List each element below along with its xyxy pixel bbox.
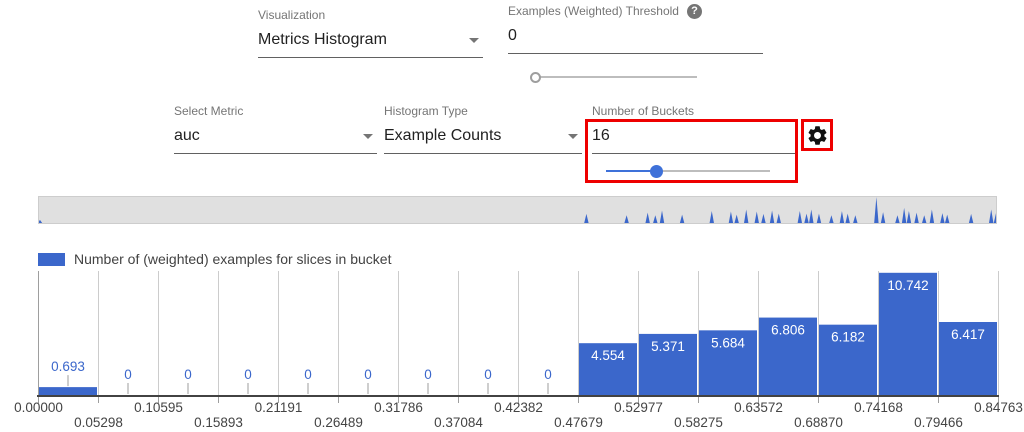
svg-text:0.05298: 0.05298 [74, 415, 123, 430]
svg-text:0.63572: 0.63572 [734, 400, 783, 415]
legend-label: Number of (weighted) examples for slices… [74, 251, 391, 267]
svg-text:6.182: 6.182 [831, 330, 865, 345]
svg-text:0.10595: 0.10595 [134, 400, 183, 415]
overview-strip[interactable] [38, 196, 997, 224]
metric-value[interactable]: auc [174, 124, 377, 154]
buckets-highlight-box [585, 119, 798, 183]
svg-text:0: 0 [364, 367, 372, 382]
metric-dropdown[interactable]: Select Metric auc [174, 104, 377, 154]
histogram-svg: 0.693 0 0 0 0 0 0 0 0 4.554 5.371 5.684 6.806 6.182 10… [38, 271, 998, 431]
svg-text:0.26489: 0.26489 [314, 415, 363, 430]
metrics-histogram-view: Visualization Metrics Histogram Examples… [0, 0, 1024, 432]
svg-text:0.79466: 0.79466 [914, 415, 963, 430]
legend-swatch [38, 253, 65, 266]
chart-legend: Number of (weighted) examples for slices… [38, 251, 391, 267]
overview-sparkline [39, 197, 996, 223]
svg-text:0.52977: 0.52977 [614, 400, 663, 415]
svg-text:0: 0 [244, 367, 252, 382]
help-icon[interactable]: ? [687, 4, 702, 19]
svg-text:0: 0 [424, 367, 432, 382]
settings-button[interactable] [801, 119, 833, 151]
svg-text:0.31786: 0.31786 [374, 400, 423, 415]
svg-text:0: 0 [124, 367, 132, 382]
metric-label: Select Metric [174, 104, 377, 119]
threshold-slider[interactable] [531, 70, 697, 84]
visualization-dropdown[interactable]: Visualization Metrics Histogram [258, 8, 483, 58]
svg-text:0: 0 [184, 367, 192, 382]
threshold-slider-track[interactable] [531, 76, 697, 78]
visualization-label: Visualization [258, 8, 483, 23]
svg-text:4.554: 4.554 [591, 348, 625, 363]
histogram-type-value[interactable]: Example Counts [384, 124, 582, 154]
threshold-input[interactable] [508, 24, 763, 54]
threshold-field: Examples (Weighted) Threshold ? [508, 4, 763, 54]
svg-text:10.742: 10.742 [887, 278, 928, 293]
svg-text:5.371: 5.371 [651, 339, 685, 354]
svg-text:6.806: 6.806 [771, 323, 805, 338]
svg-text:0: 0 [544, 367, 552, 382]
chevron-down-icon[interactable] [568, 134, 578, 139]
svg-text:0: 0 [304, 367, 312, 382]
chevron-down-icon[interactable] [363, 134, 373, 139]
threshold-label: Examples (Weighted) Threshold [508, 4, 679, 19]
svg-text:6.417: 6.417 [951, 327, 985, 342]
chevron-down-icon[interactable] [469, 38, 479, 43]
svg-text:0: 0 [484, 367, 492, 382]
visualization-value[interactable]: Metrics Histogram [258, 28, 483, 58]
svg-text:0.37084: 0.37084 [434, 415, 483, 430]
svg-text:0.47679: 0.47679 [554, 415, 603, 430]
svg-text:0.693: 0.693 [51, 359, 85, 374]
svg-text:0.15893: 0.15893 [194, 415, 243, 430]
buckets-label: Number of Buckets [592, 104, 795, 119]
svg-text:0.00000: 0.00000 [14, 400, 63, 415]
threshold-slider-thumb[interactable] [530, 72, 541, 83]
histogram-type-dropdown[interactable]: Histogram Type Example Counts [384, 104, 582, 154]
svg-text:0.84763: 0.84763 [974, 400, 1023, 415]
svg-text:0.58275: 0.58275 [674, 415, 723, 430]
svg-text:0.42382: 0.42382 [494, 400, 543, 415]
svg-text:0.68870: 0.68870 [794, 415, 843, 430]
svg-text:5.684: 5.684 [711, 335, 745, 350]
histogram-type-label: Histogram Type [384, 104, 582, 119]
gear-icon [806, 124, 829, 147]
svg-text:0.21191: 0.21191 [255, 400, 303, 415]
svg-text:0.74168: 0.74168 [854, 400, 903, 415]
histogram-chart[interactable]: 0.693 0 0 0 0 0 0 0 0 4.554 5.371 5.684 6.806 6.182 10… [38, 271, 998, 431]
